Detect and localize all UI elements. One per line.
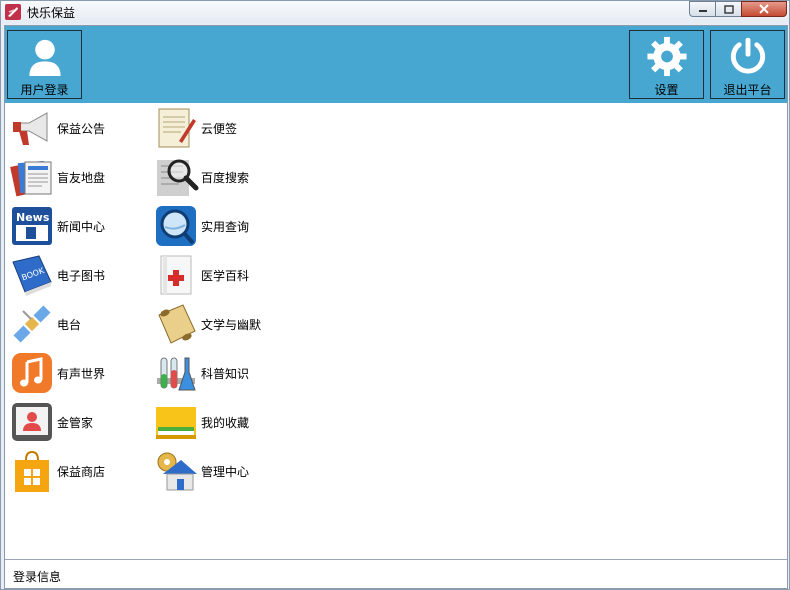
app-item[interactable]: 我的收藏 (153, 399, 293, 445)
test-tubes-icon (157, 357, 196, 391)
app-label: 金管家 (57, 415, 94, 430)
house-gear-icon (157, 452, 197, 491)
app-item[interactable]: 保益公告 (9, 105, 149, 151)
exit-platform-label: 退出平台 (723, 83, 772, 97)
tablet-user-icon (12, 403, 52, 441)
music-icon (12, 353, 52, 393)
title-bar[interactable]: 快乐保益 (1, 1, 789, 23)
app-logo-icon (5, 4, 21, 20)
app-item[interactable]: News 新闻中心 (9, 203, 149, 249)
app-label: 我的收藏 (201, 415, 250, 430)
settings-button[interactable]: 设置 (629, 30, 704, 99)
app-label: 电台 (57, 317, 82, 332)
app-item[interactable]: 实用查询 (153, 203, 293, 249)
app-label: 实用查询 (201, 219, 250, 234)
user-login-label: 用户登录 (20, 83, 69, 97)
app-label: 保益商店 (57, 464, 106, 479)
app-item[interactable]: 科普知识 (153, 350, 293, 396)
app-item[interactable]: 管理中心 (153, 448, 293, 494)
power-icon (730, 37, 765, 74)
medical-book-icon (160, 255, 192, 295)
app-label: 新闻中心 (57, 219, 106, 234)
minimize-button[interactable] (689, 1, 716, 17)
settings-label: 设置 (654, 83, 679, 97)
app-label: 有声世界 (57, 366, 106, 381)
book-icon: BOOK (12, 255, 52, 296)
scroll-icon (158, 304, 196, 344)
search-globe-icon (156, 206, 196, 246)
app-item[interactable]: 盲友地盘 (9, 154, 149, 200)
app-label: 电子图书 (57, 268, 106, 283)
magnifier-icon (157, 159, 199, 196)
app-item[interactable]: 有声世界 (9, 350, 149, 396)
app-item[interactable]: 保益商店 (9, 448, 149, 494)
maximize-icon (723, 4, 734, 14)
top-toolbar: 用户登录 设置 退出平台 (5, 26, 787, 103)
app-item[interactable]: BOOK 电子图书 (9, 252, 149, 298)
app-item[interactable]: 云便签 (153, 105, 293, 151)
shopping-bag-icon (15, 450, 49, 492)
folder-icon (156, 407, 196, 439)
app-item[interactable]: 电台 (9, 301, 149, 347)
megaphone-icon (13, 112, 48, 145)
login-info-text: 登录信息 (13, 570, 62, 584)
minimize-icon (698, 10, 707, 12)
window-controls (689, 1, 787, 17)
notepad-icon (158, 108, 196, 148)
app-label: 百度搜索 (201, 170, 250, 185)
user-login-button[interactable]: 用户登录 (7, 30, 82, 99)
news-icon: News (12, 207, 52, 245)
app-label: 盲友地盘 (57, 170, 106, 185)
gear-icon (646, 36, 687, 77)
app-item[interactable]: 金管家 (9, 399, 149, 445)
app-grid: 保益公告 盲友地盘 News 新闻中心 BOOK 电子图书 电台 有声世界 金管… (5, 103, 787, 559)
app-item[interactable]: 文学与幽默 (153, 301, 293, 347)
app-item[interactable]: 百度搜索 (153, 154, 293, 200)
satellite-icon (13, 305, 51, 343)
svg-text:News: News (16, 211, 50, 224)
app-item[interactable]: 医学百科 (153, 252, 293, 298)
app-label: 云便签 (201, 121, 238, 136)
close-button[interactable] (741, 1, 787, 17)
app-label: 管理中心 (201, 464, 250, 479)
app-label: 医学百科 (201, 268, 250, 283)
newspapers-icon (10, 160, 52, 197)
client-area: 用户登录 设置 退出平台 保益公告 盲友地盘 News 新闻中心 BOOK 电子… (4, 25, 788, 589)
close-icon (759, 4, 769, 14)
user-icon (28, 39, 61, 77)
app-label: 文学与幽默 (201, 317, 262, 332)
window-title: 快乐保益 (27, 6, 76, 20)
exit-platform-button[interactable]: 退出平台 (710, 30, 785, 99)
app-label: 保益公告 (57, 121, 106, 136)
maximize-button[interactable] (715, 1, 742, 17)
app-label: 科普知识 (201, 366, 250, 381)
app-window: 快乐保益 用户登录 设置 退出平台 保益公告 盲友地盘 News 新闻中心 BO… (0, 0, 790, 590)
status-bar: 登录信息 (5, 559, 787, 588)
